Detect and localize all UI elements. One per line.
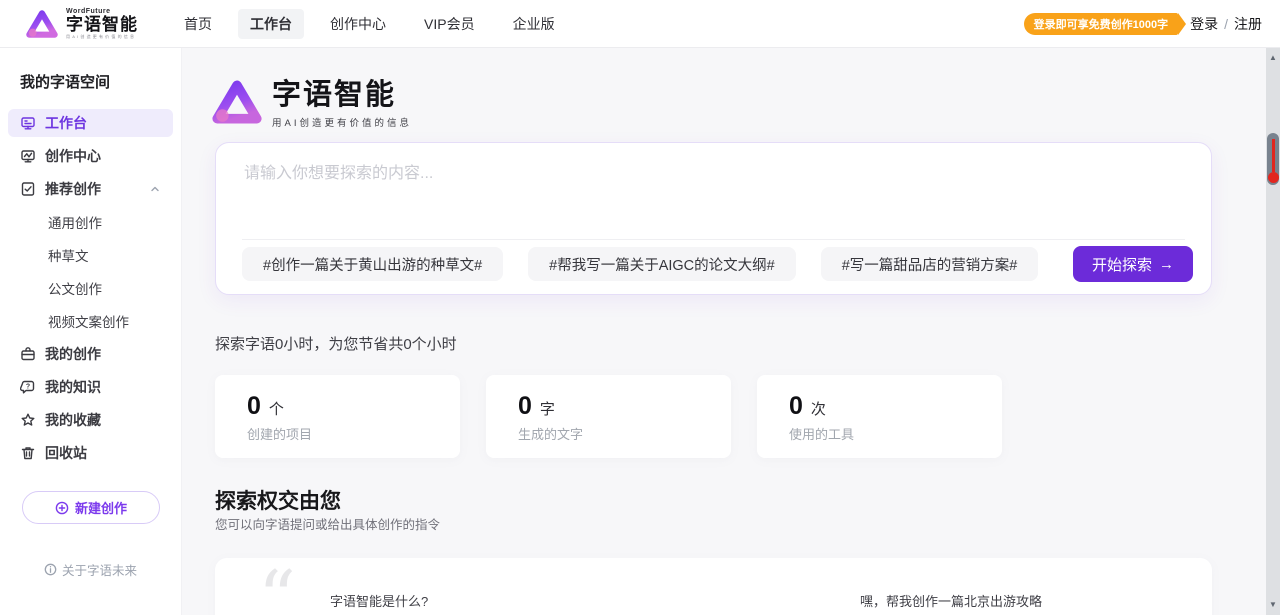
plus-circle-icon bbox=[55, 501, 69, 515]
quote-icon: “ bbox=[258, 550, 296, 615]
brand-triangle-icon bbox=[26, 9, 58, 39]
scroll-down-icon[interactable]: ▼ bbox=[1266, 600, 1280, 609]
sidebar-item-recycle-bin[interactable]: 回收站 bbox=[8, 439, 173, 467]
monitor-chart-icon bbox=[20, 148, 36, 164]
sidebar-subitem-seeding[interactable]: 种草文 bbox=[0, 241, 181, 269]
thermometer-scroll-thumb[interactable] bbox=[1267, 133, 1279, 185]
brand-superscript: WordFuture bbox=[66, 8, 138, 15]
login-promo-badge[interactable]: 登录即可享免费创作1000字 bbox=[1024, 13, 1178, 35]
stat-card-words: 0 字 生成的文字 bbox=[486, 375, 731, 458]
star-icon bbox=[20, 412, 36, 428]
sidebar-item-label: 推荐创作 bbox=[45, 179, 101, 199]
search-divider bbox=[242, 239, 1185, 240]
stat-card-projects: 0 个 创建的项目 bbox=[215, 375, 460, 458]
sidebar-item-my-knowledge[interactable]: ? 我的知识 bbox=[8, 373, 173, 401]
stat-card-tools: 0 次 使用的工具 bbox=[757, 375, 1002, 458]
stats-headline: 探索字语0小时，为您节省共0个小时 bbox=[215, 333, 457, 354]
sidebar-subitem-general[interactable]: 通用创作 bbox=[0, 208, 181, 236]
sidebar-subitem-video-copy[interactable]: 视频文案创作 bbox=[0, 307, 181, 335]
about-label: 关于字语未来 bbox=[62, 560, 137, 579]
header-brand-logo[interactable]: WordFuture 字语智能 用AI创造更有价值的信息 bbox=[26, 8, 138, 39]
suggestion-chip-dessert[interactable]: #写一篇甜品店的营销方案# bbox=[821, 247, 1039, 281]
sidebar-item-creation-center[interactable]: 创作中心 bbox=[8, 142, 173, 170]
suggestion-chip-huangshan[interactable]: #创作一篇关于黄山出游的种草文# bbox=[242, 247, 503, 281]
example-prompt-right[interactable]: 嘿，帮我创作一篇北京出游攻略 bbox=[860, 591, 1042, 610]
nav-item-workbench[interactable]: 工作台 bbox=[238, 9, 304, 39]
trash-icon bbox=[20, 445, 36, 461]
sidebar-item-label: 工作台 bbox=[45, 113, 87, 133]
nav-item-enterprise[interactable]: 企业版 bbox=[501, 9, 567, 39]
nav-item-creation-center[interactable]: 创作中心 bbox=[318, 9, 398, 39]
sidebar-item-recommended[interactable]: 推荐创作 bbox=[8, 175, 173, 203]
start-explore-button[interactable]: 开始探索 → bbox=[1073, 246, 1193, 282]
arrow-right-icon: → bbox=[1159, 256, 1174, 273]
stat-unit: 次 bbox=[811, 398, 826, 419]
hero-brand-tagline: 用AI创造更有价值的信息 bbox=[272, 115, 412, 129]
nav-item-home[interactable]: 首页 bbox=[172, 9, 224, 39]
register-link[interactable]: 注册 bbox=[1234, 14, 1262, 34]
monitor-icon bbox=[20, 115, 36, 131]
stat-unit: 字 bbox=[540, 398, 555, 419]
start-explore-label: 开始探索 bbox=[1092, 254, 1152, 275]
new-creation-label: 新建创作 bbox=[75, 498, 127, 517]
stat-label: 生成的文字 bbox=[518, 424, 699, 443]
search-card: #创作一篇关于黄山出游的种草文# #帮我写一篇关于AIGC的论文大纲# #写一篇… bbox=[215, 142, 1212, 295]
sidebar-item-my-creations[interactable]: 我的创作 bbox=[8, 340, 173, 368]
main-content: 字语智能 用AI创造更有价值的信息 #创作一篇关于黄山出游的种草文# #帮我写一… bbox=[182, 48, 1280, 615]
hero-brand-name: 字语智能 bbox=[272, 80, 412, 112]
example-prompt-left[interactable]: 字语智能是什么? bbox=[330, 591, 428, 610]
sidebar-item-workbench[interactable]: 工作台 bbox=[8, 109, 173, 137]
nav-item-vip[interactable]: VIP会员 bbox=[412, 9, 487, 39]
search-input[interactable] bbox=[244, 159, 1174, 231]
example-prompts-card: “ 字语智能是什么? 嘿，帮我创作一篇北京出游攻略 bbox=[215, 558, 1212, 615]
stat-label: 使用的工具 bbox=[789, 424, 970, 443]
stat-value: 0 bbox=[247, 392, 261, 421]
brand-name: 字语智能 bbox=[66, 16, 138, 33]
brand-tagline: 用AI创造更有价值的信息 bbox=[66, 35, 138, 39]
chat-question-icon: ? bbox=[20, 379, 36, 395]
hero-triangle-icon bbox=[212, 78, 262, 131]
sidebar-item-label: 我的收藏 bbox=[45, 410, 101, 430]
stat-value: 0 bbox=[518, 392, 532, 421]
app-window: WordFuture 字语智能 用AI创造更有价值的信息 首页 工作台 创作中心… bbox=[0, 0, 1280, 615]
sidebar-title: 我的字语空间 bbox=[0, 48, 181, 104]
sidebar-item-label: 回收站 bbox=[45, 443, 87, 463]
scroll-up-icon[interactable]: ▲ bbox=[1266, 53, 1280, 62]
top-nav-menu: 首页 工作台 创作中心 VIP会员 企业版 bbox=[172, 9, 567, 39]
left-sidebar: 我的字语空间 工作台 创作中心 推荐创作 通用创作 种草文 公文创作 视频文案创 bbox=[0, 48, 182, 615]
hero-brand: 字语智能 用AI创造更有价值的信息 bbox=[212, 78, 412, 131]
sidebar-item-label: 我的创作 bbox=[45, 344, 101, 364]
sidebar-item-label: 创作中心 bbox=[45, 146, 101, 166]
sidebar-item-favorites[interactable]: 我的收藏 bbox=[8, 406, 173, 434]
briefcase-icon bbox=[20, 346, 36, 362]
stat-label: 创建的项目 bbox=[247, 424, 428, 443]
section-subtitle: 您可以向字语提问或给出具体创作的指令 bbox=[215, 514, 440, 533]
login-link[interactable]: 登录 bbox=[1190, 14, 1218, 34]
about-link[interactable]: 关于字语未来 bbox=[0, 560, 181, 579]
sidebar-item-label: 我的知识 bbox=[45, 377, 101, 397]
section-title: 探索权交由您 bbox=[215, 485, 341, 515]
svg-text:?: ? bbox=[26, 383, 30, 390]
info-circle-icon bbox=[44, 563, 57, 576]
suggestion-chip-aigc[interactable]: #帮我写一篇关于AIGC的论文大纲# bbox=[528, 247, 796, 281]
auth-separator: / bbox=[1224, 16, 1228, 32]
new-creation-button[interactable]: 新建创作 bbox=[22, 491, 160, 524]
doc-check-icon bbox=[20, 181, 36, 197]
scrollbar[interactable]: ▲ ▼ bbox=[1266, 48, 1280, 615]
stat-value: 0 bbox=[789, 392, 803, 421]
top-navbar: WordFuture 字语智能 用AI创造更有价值的信息 首页 工作台 创作中心… bbox=[0, 0, 1280, 48]
chevron-up-icon[interactable] bbox=[149, 183, 161, 195]
sidebar-subitem-official[interactable]: 公文创作 bbox=[0, 274, 181, 302]
stat-unit: 个 bbox=[269, 398, 284, 419]
